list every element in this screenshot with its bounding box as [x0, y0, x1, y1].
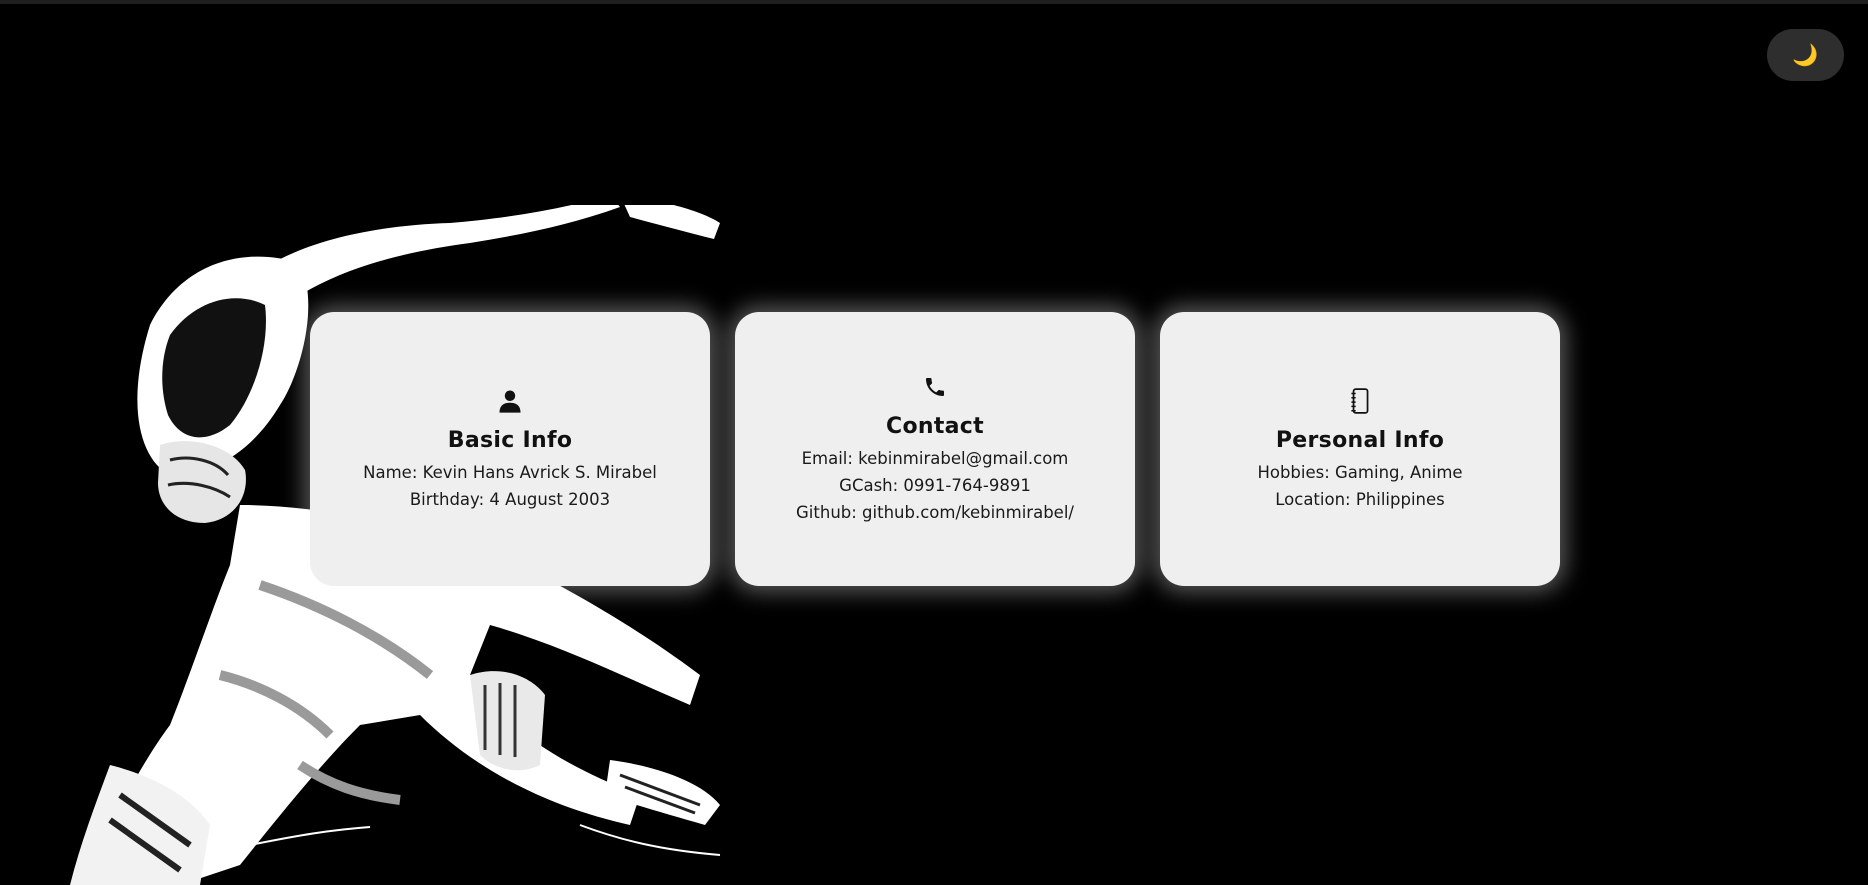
card-line-location: Location: Philippines [1275, 489, 1445, 509]
moon-icon: 🌙 [1792, 43, 1819, 67]
notebook-icon [1345, 386, 1375, 416]
basic-info-card: Basic Info Name: Kevin Hans Avrick S. Mi… [310, 312, 710, 586]
top-strip [0, 0, 1868, 4]
card-line-name: Name: Kevin Hans Avrick S. Mirabel [363, 462, 657, 482]
card-line-hobbies: Hobbies: Gaming, Anime [1257, 462, 1463, 482]
theme-toggle-button[interactable]: 🌙 [1767, 29, 1844, 81]
personal-info-card: Personal Info Hobbies: Gaming, Anime Loc… [1160, 312, 1560, 586]
card-line-email: Email: kebinmirabel@gmail.com [801, 449, 1069, 468]
card-line-github: Github: github.com/kebinmirabel/ [796, 503, 1074, 522]
contact-card: Contact Email: kebinmirabel@gmail.com GC… [735, 312, 1135, 586]
card-title: Contact [886, 414, 984, 439]
person-icon [495, 386, 525, 416]
card-title: Basic Info [447, 427, 573, 453]
phone-icon [920, 372, 950, 402]
card-line-birthday: Birthday: 4 August 2003 [409, 489, 611, 509]
card-title: Personal Info [1275, 427, 1445, 453]
card-line-gcash: GCash: 0991-764-9891 [839, 476, 1031, 495]
